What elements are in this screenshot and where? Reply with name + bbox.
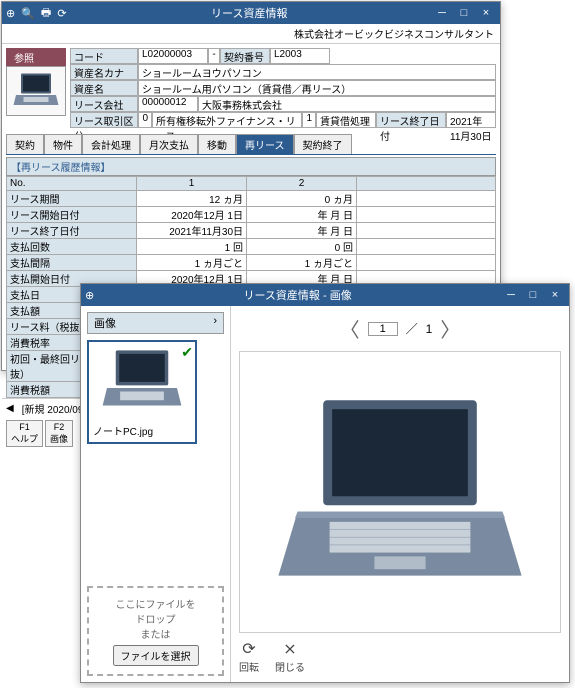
page-prev-button[interactable]: 〈 bbox=[340, 314, 360, 343]
search-icon[interactable]: ⊕ bbox=[85, 289, 94, 302]
titlebar: ⊕ リース資産情報 - 画像 ─ □ × bbox=[81, 284, 569, 306]
fkey-F2[interactable]: F2画像 bbox=[45, 420, 73, 447]
page-next-button[interactable]: 〉 bbox=[440, 314, 460, 343]
rotate-icon: ⟳ bbox=[242, 639, 255, 659]
nav-prev-icon[interactable]: ◀ bbox=[6, 403, 14, 414]
asset-info-grid: コード L02000003 - 契約番号 L2003 資産名カナ ショールームヨ… bbox=[70, 48, 496, 128]
chevron-right-icon[interactable]: › bbox=[213, 315, 217, 331]
image-viewer-window: ⊕ リース資産情報 - 画像 ─ □ × 画像 › ✔ bbox=[80, 283, 570, 683]
code-label: コード bbox=[70, 48, 138, 64]
table-row: リース終了日付2021年11月30日年 月 日 bbox=[7, 223, 496, 239]
close-button[interactable]: × bbox=[476, 7, 496, 19]
page-current-input[interactable] bbox=[368, 322, 398, 336]
close-button[interactable]: × bbox=[545, 289, 565, 301]
maximize-button[interactable]: □ bbox=[523, 289, 543, 301]
pager: 〈 ／ 1 〉 bbox=[239, 314, 561, 343]
window-title: リース資産情報 - 画像 bbox=[94, 287, 501, 303]
search-icon[interactable]: ⊕ bbox=[6, 7, 15, 20]
refresh-icon[interactable]: ⟳ bbox=[57, 7, 66, 20]
close-icon: ⨯ bbox=[283, 639, 296, 659]
check-icon: ✔ bbox=[181, 344, 193, 361]
code-value: L02000003 bbox=[138, 48, 208, 64]
rotate-button[interactable]: ⟳ 回転 bbox=[239, 639, 259, 674]
maximize-button[interactable]: □ bbox=[454, 7, 474, 19]
section-header: 【再リース履歴情報】 bbox=[6, 157, 496, 176]
asset-thumbnail[interactable] bbox=[6, 66, 66, 116]
image-panel-header: 画像 › bbox=[87, 312, 224, 334]
laptop-icon bbox=[272, 390, 528, 595]
minimize-button[interactable]: ─ bbox=[432, 7, 452, 19]
print-icon[interactable]: 🖶 bbox=[41, 4, 51, 23]
tab-再リース[interactable]: 再リース bbox=[236, 134, 294, 154]
zoom-icon[interactable]: 🔍 bbox=[21, 7, 35, 20]
fkey-F1[interactable]: F1ヘルプ bbox=[6, 420, 43, 447]
contract-label: 契約番号 bbox=[220, 48, 270, 64]
thumbnail-item[interactable]: ✔ ノートPC.jpg bbox=[87, 340, 197, 444]
table-row: 支払間隔1 ヵ月ごと1 ヵ月ごと bbox=[7, 255, 496, 271]
close-preview-button[interactable]: ⨯ 閉じる bbox=[275, 639, 305, 674]
contract-value: L2003 bbox=[270, 48, 330, 64]
laptop-icon bbox=[93, 346, 191, 416]
tab-物件[interactable]: 物件 bbox=[44, 134, 82, 154]
image-preview bbox=[239, 351, 561, 633]
tab-移動[interactable]: 移動 bbox=[198, 134, 236, 154]
thumbnail-filename: ノートPC.jpg bbox=[93, 423, 191, 438]
window-title: リース資産情報 bbox=[67, 5, 432, 21]
tab-契約[interactable]: 契約 bbox=[6, 134, 44, 154]
laptop-icon bbox=[11, 71, 61, 111]
table-row: リース開始日付2020年12月 1日年 月 日 bbox=[7, 207, 496, 223]
tab-月次支払[interactable]: 月次支払 bbox=[140, 134, 198, 154]
titlebar: ⊕ 🔍 🖶 ⟳ リース資産情報 ─ □ × bbox=[2, 2, 500, 24]
file-select-button[interactable]: ファイルを選択 bbox=[113, 645, 199, 666]
tab-会計処理[interactable]: 会計処理 bbox=[82, 134, 140, 154]
reference-button[interactable]: 参照 bbox=[6, 48, 66, 66]
page-total: 1 bbox=[426, 322, 433, 336]
table-row: 支払回数1 回0 回 bbox=[7, 239, 496, 255]
tab-契約終了[interactable]: 契約終了 bbox=[294, 134, 352, 154]
table-row: リース期間12 ヵ月0 ヵ月 bbox=[7, 191, 496, 207]
company-name: 株式会社オービックビジネスコンサルタント bbox=[2, 24, 500, 44]
drop-zone[interactable]: ここにファイルを ドロップ または ファイルを選択 bbox=[87, 586, 224, 676]
tab-bar: 契約物件会計処理月次支払移動再リース契約終了 bbox=[6, 134, 496, 155]
minimize-button[interactable]: ─ bbox=[501, 289, 521, 301]
